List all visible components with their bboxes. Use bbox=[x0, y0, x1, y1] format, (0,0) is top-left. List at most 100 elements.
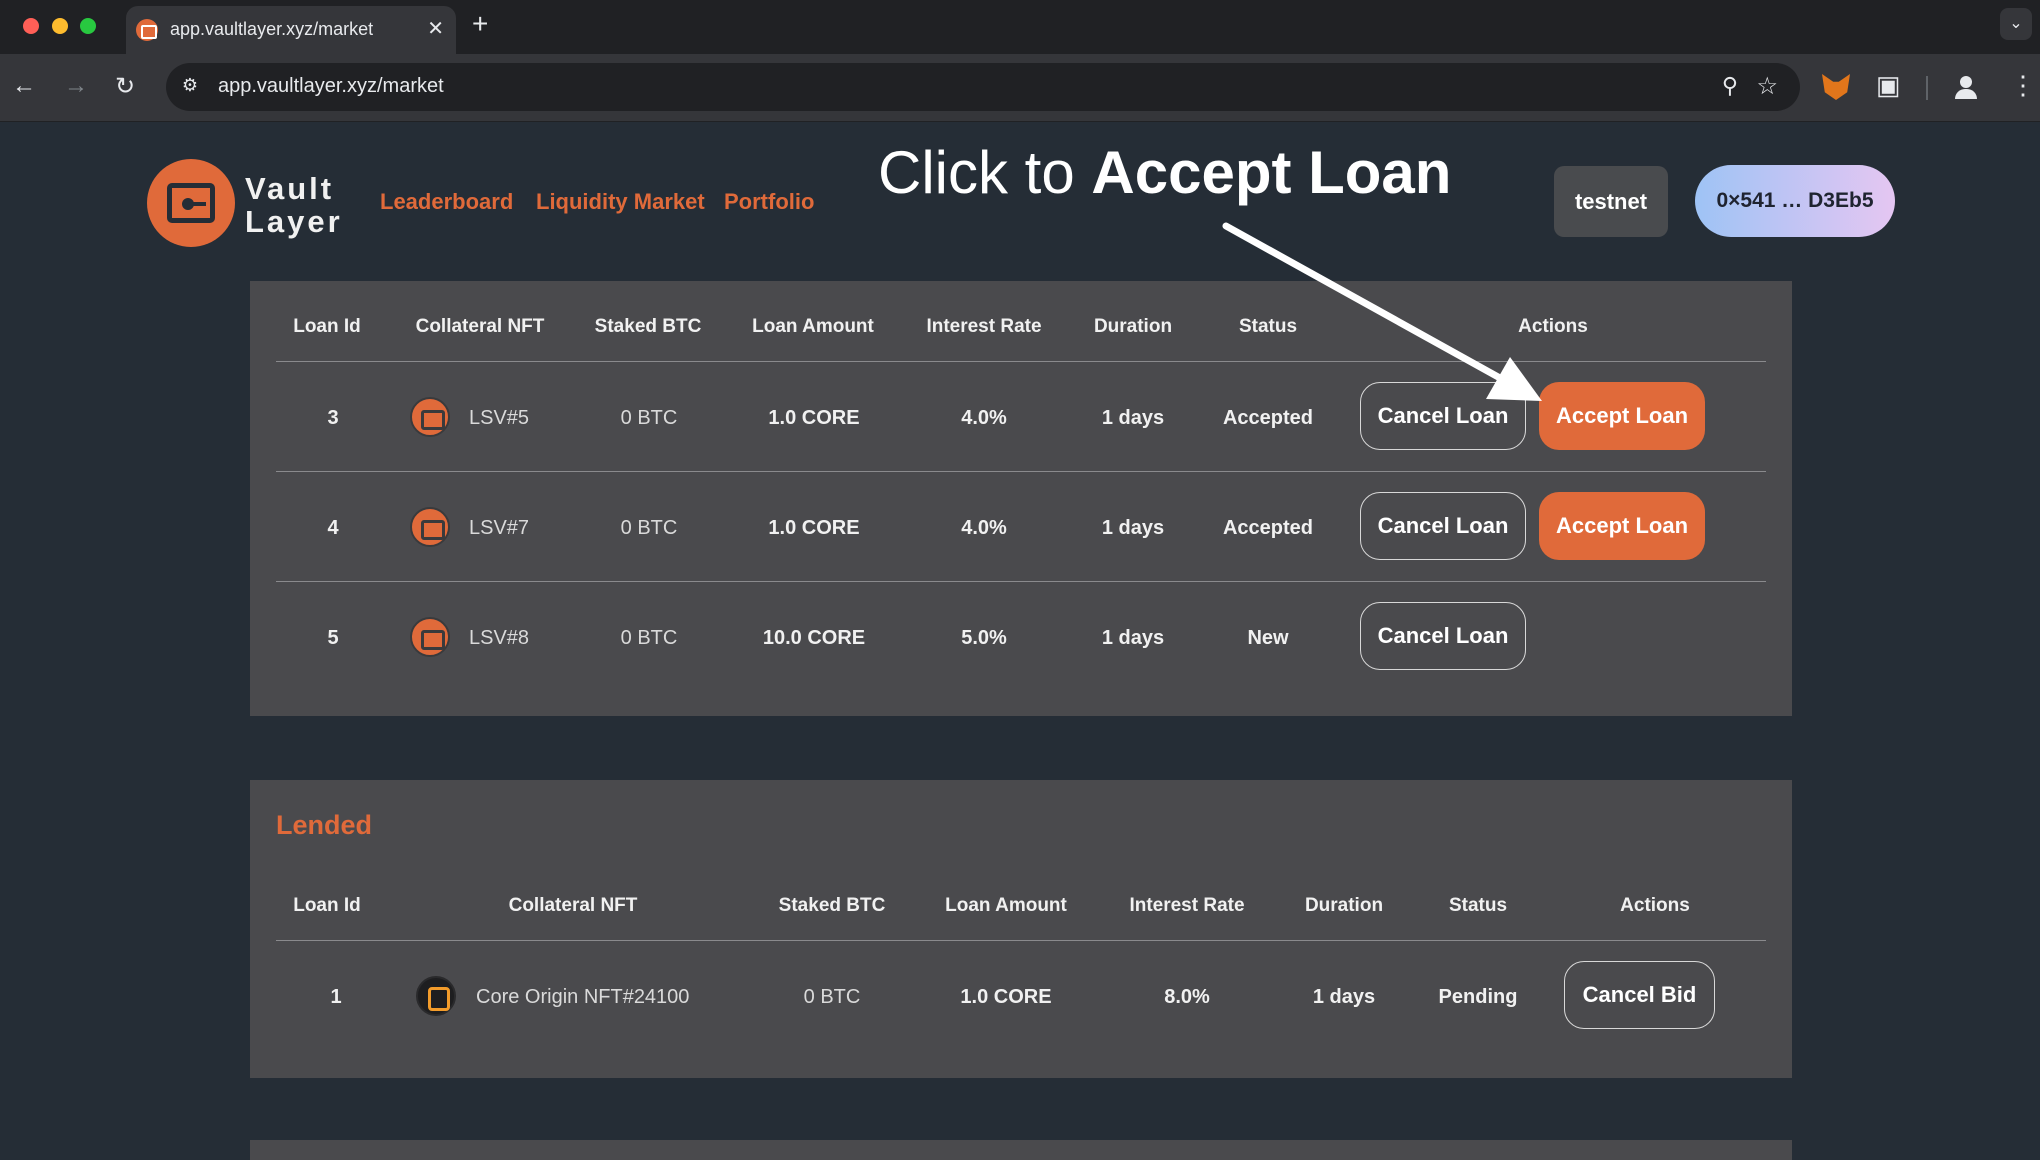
accept-loan-button[interactable]: Accept Loan bbox=[1539, 382, 1705, 450]
vaultlayer-favicon-icon bbox=[136, 19, 158, 41]
column-header-loan-amount: Loan Amount bbox=[752, 316, 874, 337]
browser-tab[interactable]: app.vaultlayer.xyz/market ✕ bbox=[126, 6, 456, 54]
wallet-address-button[interactable]: 0×541 … D3Eb5 bbox=[1695, 165, 1895, 237]
loan-status: Pending bbox=[1438, 986, 1518, 1008]
loan-status: New bbox=[1247, 627, 1289, 649]
site-info-icon[interactable]: ⚙ bbox=[178, 75, 202, 99]
tutorial-annotation: Click to Accept Loan bbox=[878, 138, 1451, 207]
duration: 1 days bbox=[1101, 407, 1165, 429]
forward-arrow-icon[interactable]: → bbox=[64, 72, 88, 100]
extensions-puzzle-icon[interactable]: ▣ bbox=[1876, 70, 1901, 101]
lended-section-title: Lended bbox=[276, 810, 373, 840]
tab-close-icon[interactable]: ✕ bbox=[427, 16, 444, 41]
loan-id: 1 bbox=[330, 986, 342, 1008]
browser-menu-icon[interactable]: ⋮ bbox=[2010, 70, 2036, 101]
column-header-status: Status bbox=[1448, 895, 1508, 916]
cancel-loan-button[interactable]: Cancel Loan bbox=[1360, 492, 1526, 560]
browser-tab-bar: app.vaultlayer.xyz/market ✕ + ⌄ bbox=[0, 0, 2040, 54]
back-arrow-icon[interactable]: ← bbox=[12, 72, 36, 100]
staked-btc: 0 BTC bbox=[620, 517, 678, 539]
column-header-collateral-nft: Collateral NFT bbox=[508, 895, 638, 916]
lended-table: Lended Loan Id Collateral NFT Staked BTC… bbox=[250, 780, 1792, 1078]
metamask-extension-icon[interactable] bbox=[1822, 74, 1850, 100]
tab-title: app.vaultlayer.xyz/market bbox=[170, 19, 374, 39]
column-header-collateral-nft: Collateral NFT bbox=[415, 316, 545, 337]
column-header-loan-id: Loan Id bbox=[293, 895, 361, 916]
column-header-staked-btc: Staked BTC bbox=[594, 316, 702, 337]
new-tab-button[interactable]: + bbox=[472, 8, 488, 40]
loan-amount: 10.0 CORE bbox=[762, 627, 866, 649]
cancel-bid-button[interactable]: Cancel Bid bbox=[1564, 961, 1715, 1029]
network-button[interactable]: testnet bbox=[1554, 166, 1668, 237]
row-divider bbox=[276, 471, 1340, 472]
staked-btc: 0 BTC bbox=[803, 986, 861, 1008]
next-section-panel bbox=[250, 1140, 1792, 1160]
loan-amount: 1.0 CORE bbox=[768, 407, 860, 429]
loan-id: 5 bbox=[327, 627, 339, 649]
row-divider bbox=[1340, 471, 1766, 472]
column-header-interest-rate: Interest Rate bbox=[1129, 895, 1245, 916]
loan-amount: 1.0 CORE bbox=[768, 517, 860, 539]
nav-portfolio[interactable]: Portfolio bbox=[724, 189, 814, 215]
row-divider bbox=[276, 581, 1340, 582]
duration: 1 days bbox=[1312, 986, 1376, 1008]
logo-line-2: Layer bbox=[245, 204, 343, 239]
reload-icon[interactable]: ↻ bbox=[115, 72, 135, 101]
zoom-icon[interactable]: ⚲ bbox=[1722, 73, 1738, 99]
lsv-nft-icon bbox=[410, 397, 450, 437]
annotation-prefix: Click to bbox=[878, 139, 1092, 206]
column-header-duration: Duration bbox=[1093, 316, 1173, 337]
interest-rate: 4.0% bbox=[961, 407, 1007, 429]
column-header-duration: Duration bbox=[1304, 895, 1384, 916]
bookmark-star-icon[interactable]: ☆ bbox=[1756, 72, 1778, 101]
minimize-window-button[interactable] bbox=[52, 18, 68, 34]
loan-amount: 1.0 CORE bbox=[960, 986, 1052, 1008]
url-text[interactable]: app.vaultlayer.xyz/market bbox=[218, 75, 444, 98]
column-header-staked-btc: Staked BTC bbox=[778, 895, 886, 916]
nav-leaderboard[interactable]: Leaderboard bbox=[380, 189, 513, 215]
nav-liquidity-market[interactable]: Liquidity Market bbox=[536, 189, 705, 215]
header-divider bbox=[276, 940, 1766, 941]
loan-status: Accepted bbox=[1222, 407, 1314, 429]
accept-loan-button[interactable]: Accept Loan bbox=[1539, 492, 1705, 560]
collateral-nft-label: LSV#5 bbox=[469, 407, 530, 429]
close-window-button[interactable] bbox=[23, 18, 39, 34]
row-divider bbox=[1340, 581, 1766, 582]
maximize-window-button[interactable] bbox=[80, 18, 96, 34]
interest-rate: 4.0% bbox=[961, 517, 1007, 539]
interest-rate: 8.0% bbox=[1164, 986, 1210, 1008]
lsv-nft-icon bbox=[410, 617, 450, 657]
collateral-nft-label: LSV#8 bbox=[469, 627, 530, 649]
loan-status: Accepted bbox=[1222, 517, 1314, 539]
core-origin-nft-icon bbox=[416, 976, 456, 1016]
interest-rate: 5.0% bbox=[961, 627, 1007, 649]
browser-toolbar: ← → ↻ ⚙ app.vaultlayer.xyz/market ⚲ ☆ ▣ … bbox=[0, 54, 2040, 122]
collateral-nft-label: Core Origin NFT#24100 bbox=[476, 986, 690, 1008]
loans-table: Loan Id Collateral NFT Staked BTC Loan A… bbox=[250, 281, 1792, 716]
column-header-actions: Actions bbox=[1518, 316, 1588, 337]
loan-id: 3 bbox=[327, 407, 339, 429]
cancel-loan-button[interactable]: Cancel Loan bbox=[1360, 382, 1526, 450]
profile-icon[interactable] bbox=[1953, 74, 1979, 100]
logo-line-1: Vault bbox=[245, 171, 335, 206]
loan-id: 4 bbox=[327, 517, 339, 539]
lsv-nft-icon bbox=[410, 507, 450, 547]
annotation-emphasis: Accept Loan bbox=[1091, 139, 1452, 206]
logo-wordmark[interactable]: Vault Layer bbox=[245, 172, 343, 238]
tab-search-button[interactable]: ⌄ bbox=[2000, 8, 2032, 40]
staked-btc: 0 BTC bbox=[620, 627, 678, 649]
address-bar[interactable]: ⚙ app.vaultlayer.xyz/market ⚲ ☆ bbox=[166, 63, 1800, 111]
column-header-interest-rate: Interest Rate bbox=[926, 316, 1042, 337]
vaultlayer-logo-icon[interactable] bbox=[147, 159, 235, 247]
column-header-status: Status bbox=[1238, 316, 1298, 337]
duration: 1 days bbox=[1101, 627, 1165, 649]
duration: 1 days bbox=[1101, 517, 1165, 539]
column-header-loan-amount: Loan Amount bbox=[945, 895, 1067, 916]
collateral-nft-label: LSV#7 bbox=[469, 517, 530, 539]
header-divider bbox=[276, 361, 1766, 362]
staked-btc: 0 BTC bbox=[620, 407, 678, 429]
column-header-actions: Actions bbox=[1620, 895, 1690, 916]
toolbar-divider bbox=[1926, 76, 1928, 100]
column-header-loan-id: Loan Id bbox=[293, 316, 361, 337]
cancel-loan-button[interactable]: Cancel Loan bbox=[1360, 602, 1526, 670]
